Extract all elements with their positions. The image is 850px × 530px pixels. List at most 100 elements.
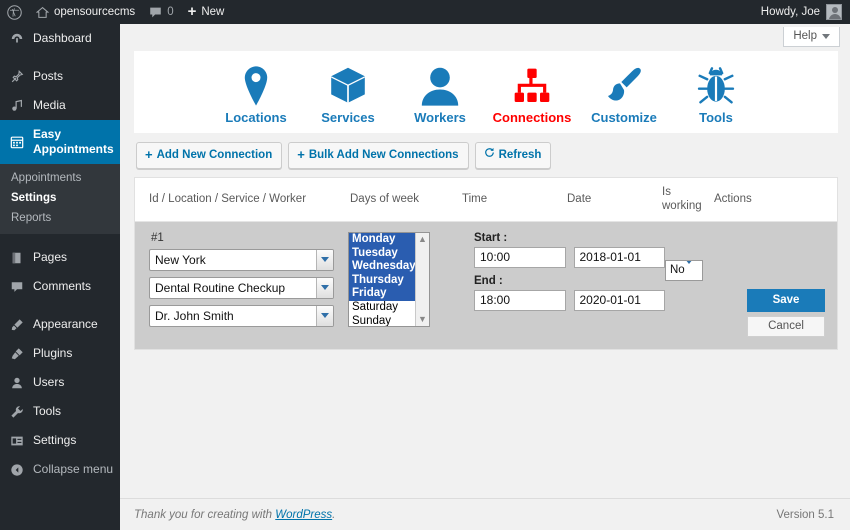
sidebar-item-comments[interactable]: Comments	[0, 272, 120, 301]
service-select[interactable]: Dental Routine Checkup	[149, 277, 334, 299]
admin-footer: Thank you for creating with WordPress. V…	[120, 498, 850, 530]
admin-bar: opensourcecms 0 + New Howdy, Joe	[0, 0, 850, 24]
connections-table: Id / Location / Service / Worker Days of…	[134, 177, 838, 350]
sidebar-item-label: Plugins	[33, 346, 72, 361]
sidebar-item-collapse-menu[interactable]: Collapse menu	[0, 455, 120, 484]
paintbrush-icon	[9, 318, 25, 332]
sidebar-item-tools[interactable]: Tools	[0, 397, 120, 426]
sidebar-item-appointments[interactable]: Appointments	[0, 168, 120, 188]
sidebar-item-pages[interactable]: Pages	[0, 243, 120, 272]
howdy-label[interactable]: Howdy, Joe	[761, 6, 820, 18]
collapse-icon	[9, 463, 25, 477]
days-scrollbar[interactable]: ▲ ▼	[415, 233, 429, 326]
sidebar-item-settings[interactable]: Settings	[0, 426, 120, 455]
chevron-down-icon	[822, 34, 830, 39]
chevron-down-icon	[316, 250, 333, 270]
is-working-select[interactable]: No	[665, 260, 703, 281]
end-label: End :	[474, 275, 665, 290]
sidebar-submenu: Appointments Settings Reports	[0, 164, 120, 234]
new-content-button[interactable]: + New	[181, 0, 232, 24]
dashboard-icon	[9, 32, 25, 46]
start-time-input[interactable]: 10:00	[474, 247, 566, 268]
column-header-date: Date	[565, 192, 660, 206]
save-button[interactable]: Save	[747, 289, 825, 312]
nav-item-label: Tools	[699, 110, 733, 125]
wordpress-link[interactable]: WordPress	[275, 509, 332, 521]
sidebar-item-label: Posts	[33, 69, 63, 84]
column-header-id-location-service-worker: Id / Location / Service / Worker	[135, 192, 348, 206]
sidebar-item-posts[interactable]: Posts	[0, 62, 120, 91]
sitemap-icon	[512, 63, 552, 107]
row-actions-cell: Save Cancel	[725, 232, 837, 337]
location-select[interactable]: New York	[149, 249, 334, 271]
is-working-cell: No	[665, 232, 725, 337]
home-icon	[36, 6, 49, 19]
bulk-add-connections-label: Bulk Add New Connections	[309, 148, 459, 163]
footer-credit: Thank you for creating with WordPress.	[134, 509, 335, 521]
sidebar-item-label: Media	[33, 98, 66, 113]
settings-icon	[9, 434, 25, 448]
sidebar-item-label: Users	[33, 375, 64, 390]
user-avatar-icon[interactable]	[826, 4, 842, 20]
wordpress-logo-icon	[7, 5, 22, 20]
worker-select[interactable]: Dr. John Smith	[149, 305, 334, 327]
help-button[interactable]: Help	[783, 27, 840, 47]
pages-icon	[9, 251, 25, 265]
sidebar-item-reports[interactable]: Reports	[0, 208, 120, 228]
sidebar-item-settings[interactable]: Settings	[0, 188, 120, 208]
sidebar-item-label: Settings	[33, 433, 76, 448]
cancel-button[interactable]: Cancel	[747, 316, 825, 337]
pin-icon	[9, 70, 25, 84]
wrench-icon	[9, 405, 25, 419]
days-of-week-multiselect[interactable]: Monday Tuesday Wednesday Thursday Friday…	[348, 232, 430, 327]
time-date-cell: Start : 10:00 2018-01-01 End : 18:00 202…	[460, 232, 665, 337]
sidebar-item-label: Pages	[33, 250, 67, 265]
sidebar-item-easy-appointments[interactable]: Easy Appointments	[0, 120, 120, 164]
help-label: Help	[793, 30, 817, 42]
site-name-menu[interactable]: opensourcecms	[29, 0, 142, 24]
days-of-week-cell: Monday Tuesday Wednesday Thursday Friday…	[348, 232, 460, 337]
sidebar-item-label: Appearance	[33, 317, 98, 332]
nav-item-connections[interactable]: Connections	[486, 63, 578, 125]
wordpress-version: Version 5.1	[776, 509, 834, 521]
column-header-is-working: Is working	[660, 185, 712, 214]
nav-item-customize[interactable]: Customize	[578, 63, 670, 125]
main-content: Help Locations Services	[120, 24, 850, 530]
sidebar-item-dashboard[interactable]: Dashboard	[0, 24, 120, 53]
scroll-down-arrow-icon[interactable]: ▼	[418, 315, 427, 324]
end-time-input[interactable]: 18:00	[474, 290, 566, 311]
map-pin-icon	[239, 63, 273, 107]
person-icon	[420, 63, 460, 107]
sidebar-item-appearance[interactable]: Appearance	[0, 310, 120, 339]
plugin-icon-nav: Locations Services Workers Connections	[134, 51, 838, 133]
nav-item-label: Services	[321, 110, 375, 125]
sidebar-item-media[interactable]: Media	[0, 91, 120, 120]
new-label: New	[201, 6, 224, 18]
comments-bubble-button[interactable]: 0	[142, 0, 180, 24]
sidebar-item-label: Tools	[33, 404, 61, 419]
sidebar-separator	[0, 301, 120, 310]
wordpress-logo-button[interactable]	[0, 0, 29, 24]
nav-item-label: Connections	[493, 110, 572, 125]
refresh-button[interactable]: Refresh	[475, 142, 552, 169]
add-new-connection-button[interactable]: + Add New Connection	[136, 142, 282, 169]
sidebar-item-plugins[interactable]: Plugins	[0, 339, 120, 368]
sidebar-separator	[0, 53, 120, 62]
sidebar-item-users[interactable]: Users	[0, 368, 120, 397]
nav-item-locations[interactable]: Locations	[210, 63, 302, 125]
nav-item-tools[interactable]: Tools	[670, 63, 762, 125]
nav-item-workers[interactable]: Workers	[394, 63, 486, 125]
chevron-down-icon	[685, 264, 693, 276]
start-date-input[interactable]: 2018-01-01	[574, 247, 666, 268]
comments-count: 0	[167, 6, 173, 18]
table-header-row: Id / Location / Service / Worker Days of…	[135, 178, 837, 222]
scroll-up-arrow-icon[interactable]: ▲	[418, 235, 427, 244]
add-new-connection-label: Add New Connection	[157, 148, 273, 163]
column-header-days-of-week: Days of week	[348, 192, 460, 206]
nav-item-label: Locations	[225, 110, 286, 125]
end-date-input[interactable]: 2020-01-01	[574, 290, 666, 311]
bulk-add-connections-button[interactable]: + Bulk Add New Connections	[288, 142, 468, 169]
sidebar-item-label: Comments	[33, 279, 91, 294]
nav-item-services[interactable]: Services	[302, 63, 394, 125]
chevron-down-icon	[316, 306, 333, 326]
